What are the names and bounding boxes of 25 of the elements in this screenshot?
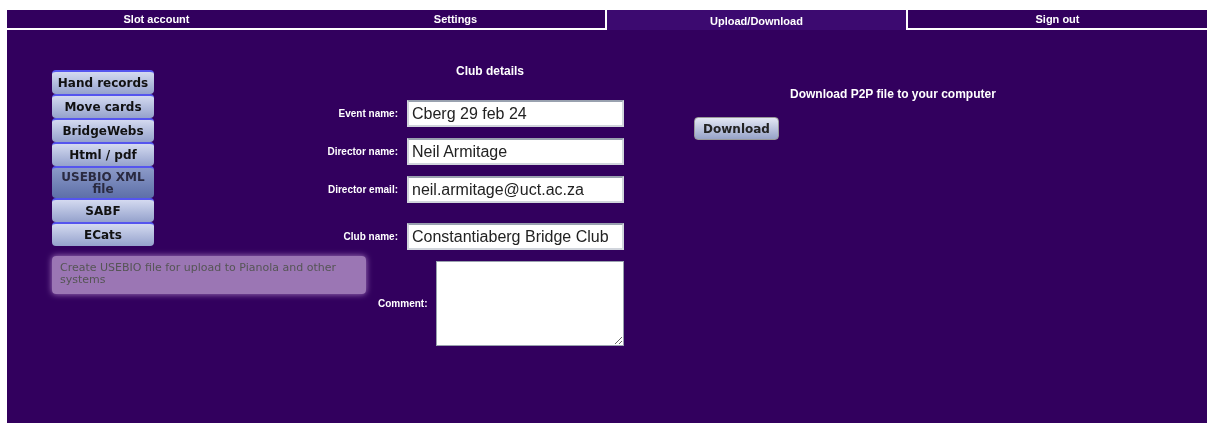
sidebar-item[interactable]: Html / pdf [52, 142, 154, 166]
field-label: Director email: [326, 183, 398, 197]
field-label: Club name: [342, 230, 398, 244]
input-field[interactable]: Constantiaberg Bridge Club [407, 223, 624, 250]
nav-tab[interactable]: Settings [306, 10, 605, 30]
field-label: Comment: [377, 297, 428, 311]
field-label: Event name: [337, 107, 398, 121]
input-field[interactable]: neil.armitage@uct.ac.za [407, 176, 624, 203]
tooltip: Create USEBIO file for upload to Pianola and other systems [52, 256, 366, 294]
nav-tab[interactable]: Slot account [7, 10, 306, 30]
download-button[interactable]: Download [694, 117, 779, 140]
section-title: Club details [456, 63, 524, 80]
download-heading: Download P2P file to your computer [790, 86, 996, 103]
input-field[interactable]: Cberg 29 feb 24 [407, 100, 624, 127]
sidebar-item[interactable]: ECats [52, 222, 154, 246]
sidebar-item[interactable]: USEBIO XML file [52, 166, 154, 198]
comment-field[interactable] [436, 261, 624, 346]
sidebar-item[interactable]: BridgeWebs [52, 118, 154, 142]
nav-tab[interactable]: Upload/Download [605, 10, 908, 30]
nav-tab[interactable]: Sign out [908, 10, 1207, 30]
input-field[interactable]: Neil Armitage [407, 138, 624, 165]
sidebar-item[interactable]: Hand records [52, 70, 154, 94]
sidebar-item[interactable]: Move cards [52, 94, 154, 118]
field-label: Director name: [326, 145, 398, 159]
sidebar-item[interactable]: SABF [52, 198, 154, 222]
